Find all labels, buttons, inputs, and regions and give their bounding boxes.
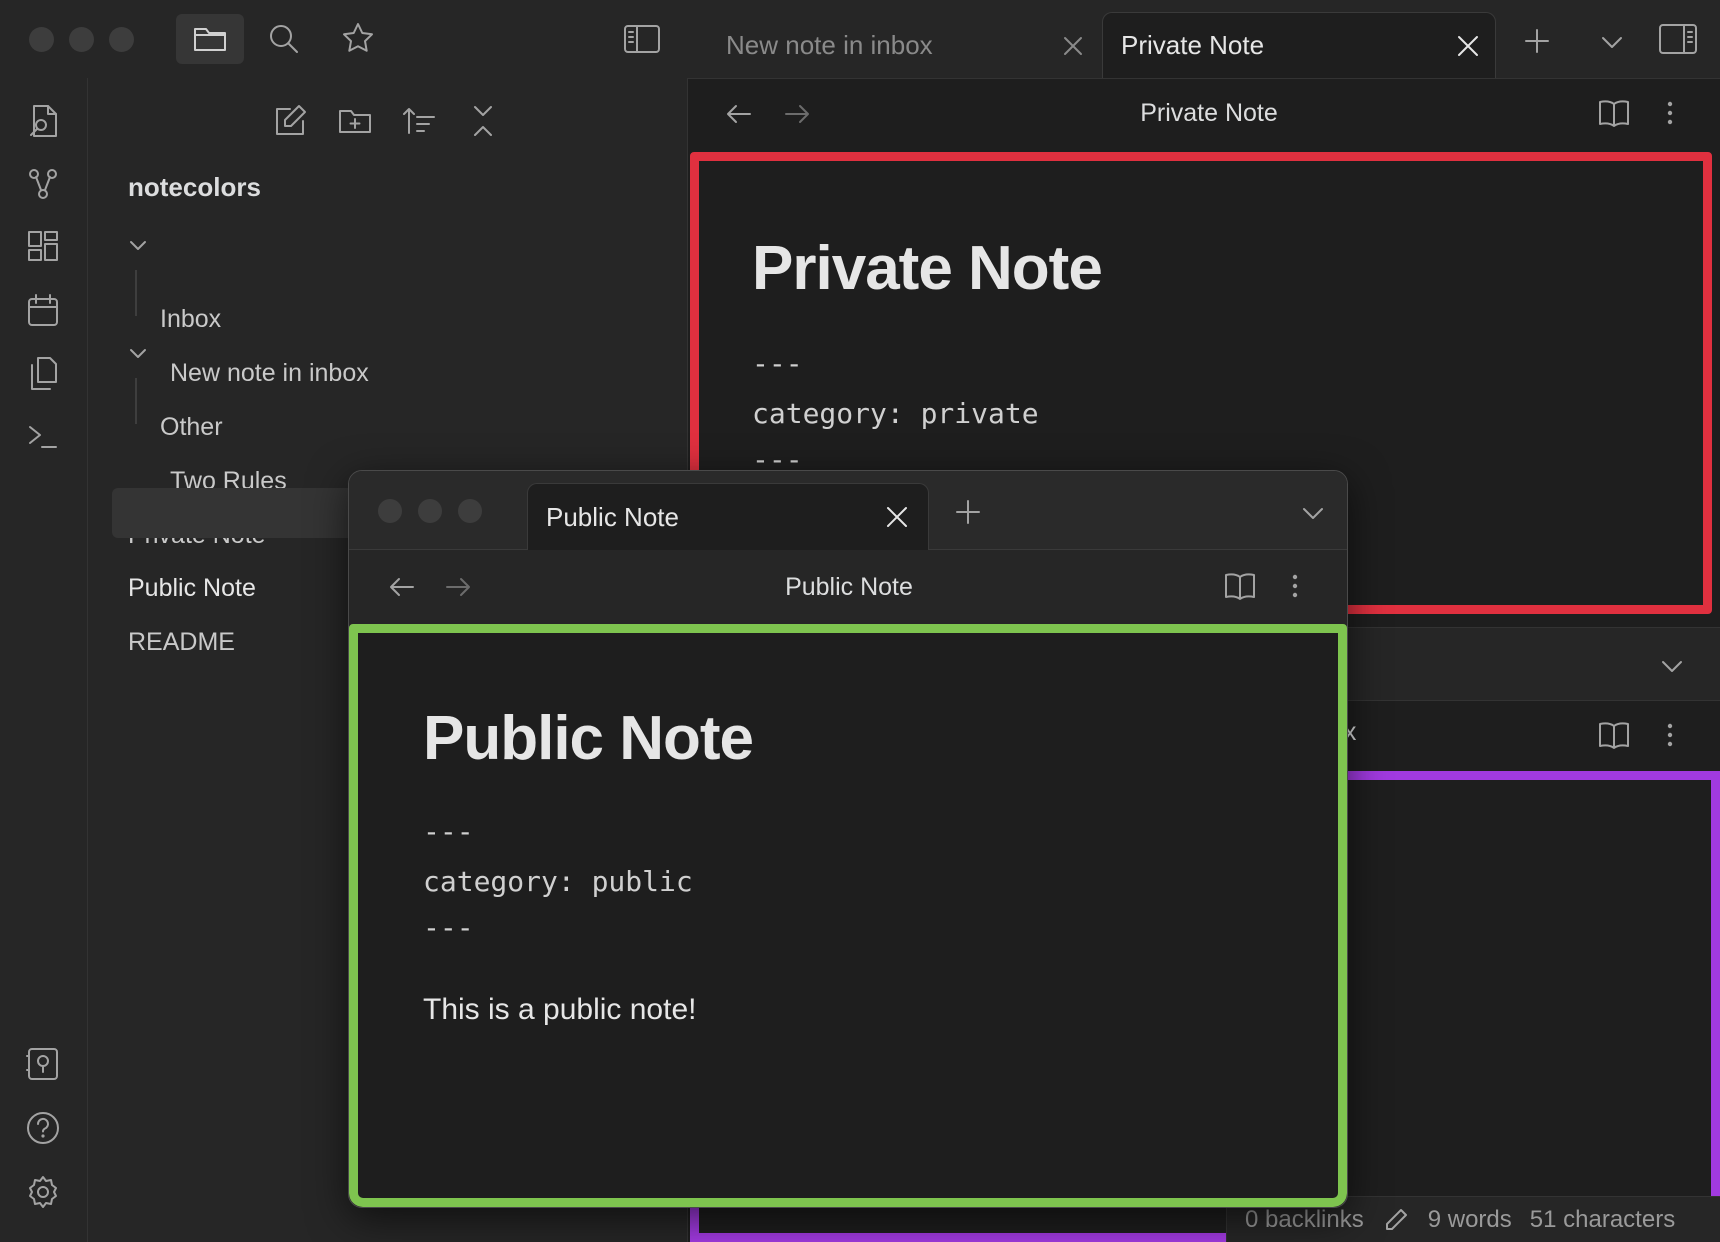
- left-titlebar: [0, 0, 688, 79]
- folder-plus-icon: [339, 110, 371, 133]
- gear-icon: [29, 1176, 57, 1208]
- search-tab-button[interactable]: [259, 17, 309, 61]
- reading-view-icon[interactable]: [1597, 98, 1631, 128]
- ribbon-daily-note[interactable]: [22, 290, 64, 332]
- vault-name: notecolors: [128, 172, 261, 202]
- window-maximize-dot[interactable]: [109, 27, 134, 52]
- terminal-icon: [29, 426, 57, 448]
- file-explorer-toolbar: [268, 98, 506, 144]
- vault-icon: [26, 1048, 58, 1080]
- sort-button[interactable]: [396, 98, 442, 144]
- plus-icon[interactable]: [953, 497, 983, 527]
- close-icon[interactable]: [1060, 33, 1086, 59]
- close-icon[interactable]: [1454, 32, 1482, 60]
- ribbon-templates[interactable]: [22, 353, 64, 395]
- ribbon-canvas[interactable]: [22, 226, 64, 268]
- graph-icon: [29, 169, 57, 199]
- character-count: 51 characters: [1529, 1205, 1676, 1233]
- frontmatter-delimiter: ---: [423, 911, 474, 944]
- tree-indent-guide: [135, 270, 137, 316]
- collapse-icon: [474, 106, 492, 136]
- plus-icon[interactable]: [1522, 26, 1552, 56]
- note-body-text: This is a public note!: [423, 993, 697, 1026]
- popout-view-header: Public Note: [349, 550, 1347, 624]
- star-icon: [343, 23, 373, 52]
- new-folder-button[interactable]: [332, 98, 378, 144]
- note-title: Private Note: [752, 234, 1103, 303]
- collapse-all-button[interactable]: [460, 98, 506, 144]
- word-count: 9 words: [1427, 1205, 1512, 1233]
- tree-file-public-note[interactable]: Public Note: [128, 574, 256, 603]
- arrow-left-icon[interactable]: [387, 573, 417, 601]
- frontmatter-delimiter: ---: [752, 347, 803, 380]
- chevron-down-icon[interactable]: [1299, 499, 1327, 527]
- note-title: Public Note: [423, 704, 754, 773]
- window-close-dot[interactable]: [29, 27, 54, 52]
- file-explorer-tab-button[interactable]: [176, 14, 244, 64]
- search-icon: [270, 25, 298, 53]
- tab-label: Private Note: [1121, 30, 1265, 60]
- chevron-down-icon[interactable]: [1658, 652, 1686, 680]
- more-options-icon[interactable]: [1660, 720, 1680, 750]
- toggle-left-sidebar-button[interactable]: [617, 17, 667, 61]
- folder-icon: [194, 28, 226, 51]
- view-header-title[interactable]: Public Note: [649, 564, 1049, 610]
- copy-files-icon: [31, 357, 57, 390]
- public-note-editor[interactable]: Public Note --- category: public --- Thi…: [349, 624, 1347, 1207]
- tree-folder-other[interactable]: Other: [160, 413, 223, 442]
- edit-icon: [276, 105, 306, 135]
- calendar-icon: [28, 294, 58, 326]
- main-tab-bar: New note in inbox Private Note: [688, 0, 1720, 79]
- tree-file-new-note-in-inbox[interactable]: New note in inbox: [170, 359, 369, 388]
- popout-window: Public Note Public Note Public Note --- …: [348, 470, 1348, 1208]
- ribbon-vault-switcher[interactable]: [22, 1043, 64, 1085]
- ribbon-settings[interactable]: [22, 1171, 64, 1213]
- frontmatter-line: category: public: [423, 865, 693, 898]
- ribbon-open-quick-switcher[interactable]: [22, 100, 64, 142]
- frontmatter-line: category: private: [752, 397, 1039, 430]
- arrow-right-icon[interactable]: [782, 100, 812, 128]
- view-header-title[interactable]: Private Note: [1000, 90, 1418, 136]
- chevron-down-icon[interactable]: [127, 342, 149, 364]
- new-note-button[interactable]: [268, 98, 314, 144]
- sidebar-left-icon: [624, 25, 660, 53]
- sidebar-right-icon[interactable]: [1658, 22, 1698, 56]
- tab-public-note[interactable]: Public Note: [527, 483, 929, 550]
- backlinks-count[interactable]: 0 backlinks: [1245, 1206, 1364, 1234]
- reading-view-icon[interactable]: [1597, 720, 1631, 750]
- tab-private-note[interactable]: Private Note: [1102, 12, 1496, 78]
- tab-label: New note in inbox: [726, 29, 933, 60]
- more-options-icon[interactable]: [1285, 571, 1305, 601]
- tab-new-note-in-inbox[interactable]: New note in inbox: [726, 12, 1066, 78]
- tree-file-readme[interactable]: README: [128, 628, 235, 657]
- layout-dashboard-icon: [28, 231, 58, 261]
- ribbon-command-palette[interactable]: [22, 416, 64, 458]
- ribbon-graph-view[interactable]: [22, 163, 64, 205]
- frontmatter-delimiter: ---: [423, 815, 474, 848]
- reading-view-icon[interactable]: [1223, 571, 1257, 601]
- arrow-right-icon[interactable]: [443, 573, 473, 601]
- pencil-icon[interactable]: [1382, 1206, 1410, 1234]
- sort-icon: [403, 108, 435, 134]
- help-icon: [27, 1112, 59, 1144]
- file-search-icon: [30, 105, 57, 137]
- popout-tab-bar: Public Note: [349, 471, 1347, 550]
- window-minimize-dot[interactable]: [418, 499, 442, 523]
- tree-indent-guide: [135, 378, 137, 424]
- ribbon-help[interactable]: [22, 1107, 64, 1149]
- window-close-dot[interactable]: [378, 499, 402, 523]
- bookmarks-tab-button[interactable]: [333, 16, 383, 60]
- window-maximize-dot[interactable]: [458, 499, 482, 523]
- more-options-icon[interactable]: [1660, 98, 1680, 128]
- close-icon[interactable]: [883, 503, 911, 531]
- ribbon: [0, 78, 88, 1242]
- chevron-down-icon[interactable]: [127, 234, 149, 256]
- tab-label: Public Note: [546, 501, 679, 532]
- tree-folder-inbox[interactable]: Inbox: [160, 305, 221, 334]
- chevron-down-icon[interactable]: [1598, 28, 1626, 56]
- arrow-left-icon[interactable]: [724, 100, 754, 128]
- window-minimize-dot[interactable]: [69, 27, 94, 52]
